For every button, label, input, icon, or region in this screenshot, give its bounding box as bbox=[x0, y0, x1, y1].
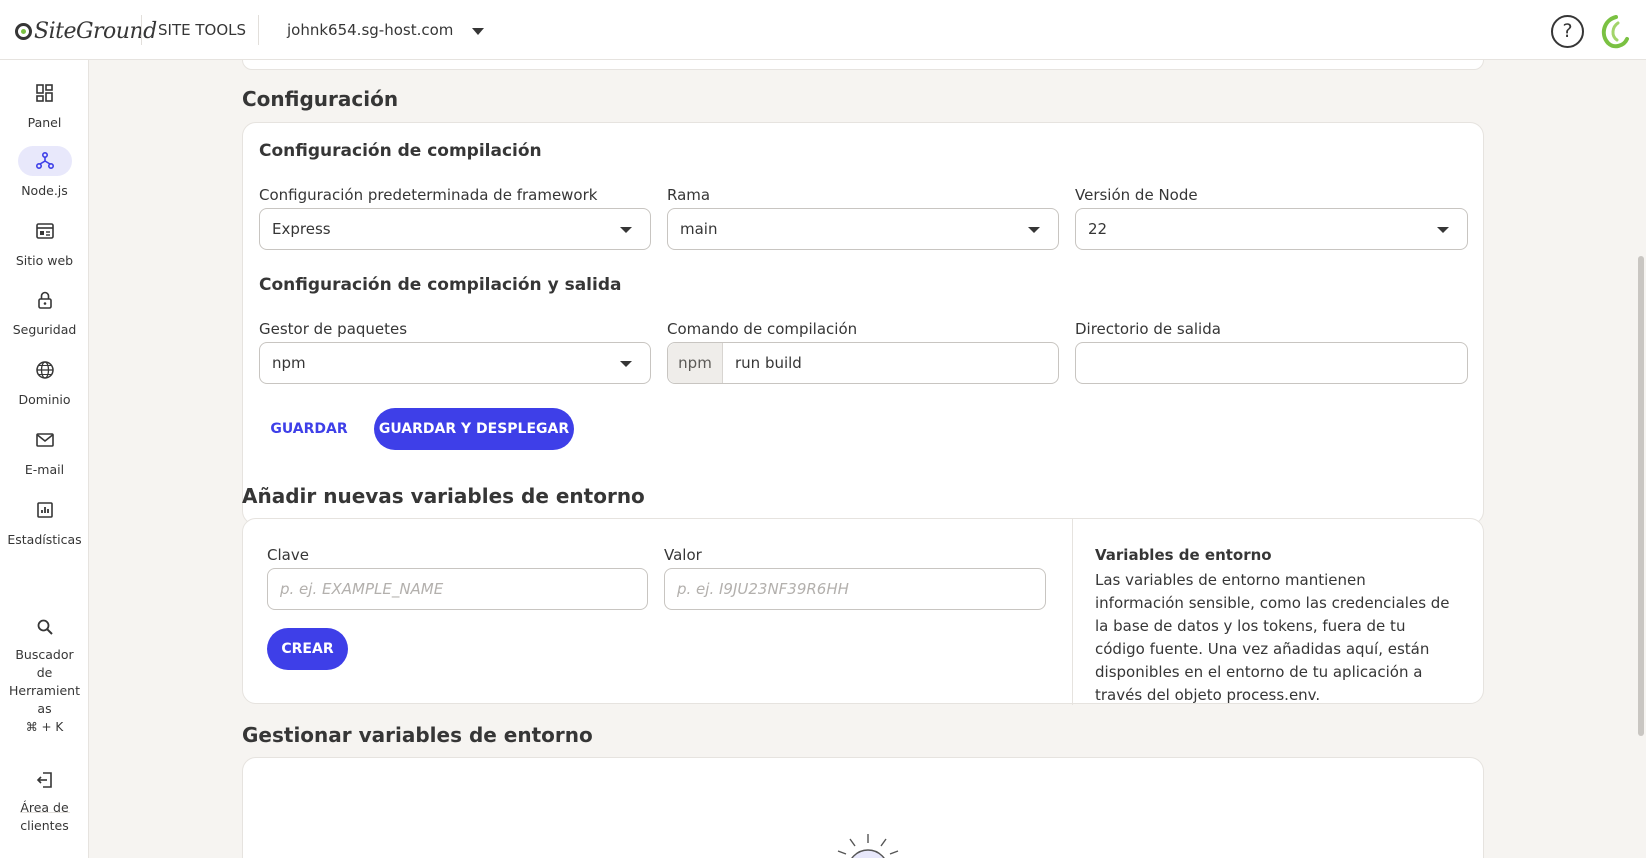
env-info-title: Variables de entorno bbox=[1095, 546, 1272, 564]
framework-select[interactable]: Express bbox=[259, 208, 651, 250]
header-divider bbox=[141, 15, 142, 45]
chevron-down-icon bbox=[620, 227, 632, 233]
sidebar-item-security[interactable]: Seguridad bbox=[0, 285, 89, 339]
package-manager-select[interactable]: npm bbox=[259, 342, 651, 384]
build-output-title: Configuración de compilación y salida bbox=[259, 275, 622, 295]
sidebar-item-nodejs[interactable]: Node.js bbox=[0, 146, 89, 200]
sidebar-item-label: E-mail bbox=[24, 462, 65, 477]
env-value-label: Valor bbox=[664, 546, 702, 564]
account-logo-icon[interactable] bbox=[1596, 12, 1630, 50]
node-version-select[interactable]: 22 bbox=[1075, 208, 1468, 250]
output-directory-input[interactable] bbox=[1076, 343, 1467, 383]
env-add-card: Clave Valor CREAR Variables de entorno L… bbox=[242, 518, 1484, 705]
env-key-field[interactable] bbox=[267, 568, 648, 610]
help-button[interactable]: ? bbox=[1551, 15, 1584, 48]
client-area-line: clientes bbox=[20, 818, 69, 833]
sidebar-item-domain[interactable]: Dominio bbox=[0, 355, 89, 409]
lock-icon bbox=[18, 285, 72, 315]
siteground-logo-mark bbox=[15, 22, 32, 40]
create-button[interactable]: CREAR bbox=[267, 628, 348, 670]
config-section-title: Configuración bbox=[242, 87, 399, 111]
lightbulb-illustration-icon bbox=[837, 834, 899, 858]
build-command-field[interactable]: npm bbox=[667, 342, 1059, 384]
tool-finder-shortcut: ⌘ + K bbox=[25, 720, 64, 734]
scrollbar-thumb[interactable] bbox=[1638, 256, 1644, 736]
chevron-down-icon bbox=[1437, 227, 1449, 233]
branch-select[interactable]: main bbox=[667, 208, 1059, 250]
top-bar: SiteGround SITE TOOLS johnk654.sg-host.c… bbox=[0, 0, 1646, 60]
save-and-deploy-button[interactable]: GUARDAR Y DESPLEGAR bbox=[374, 408, 574, 450]
env-info-text: Las variables de entorno mantienen infor… bbox=[1095, 571, 1450, 704]
client-area-line: Área de bbox=[20, 800, 69, 815]
branch-label: Rama bbox=[667, 186, 711, 204]
header-divider bbox=[258, 15, 259, 45]
package-manager-label: Gestor de paquetes bbox=[259, 320, 408, 338]
sidebar-item-label: Seguridad bbox=[12, 322, 77, 337]
nodejs-icon bbox=[17, 146, 72, 176]
chevron-down-icon[interactable] bbox=[472, 28, 484, 35]
siteground-logo[interactable]: SiteGround bbox=[15, 17, 157, 45]
node-version-value: 22 bbox=[1088, 220, 1108, 238]
sidebar-item-statistics[interactable]: Estadísticas bbox=[0, 495, 89, 549]
sidebar-item-tool-finder[interactable]: Buscador de Herramient as ⌘ + K bbox=[0, 612, 89, 736]
tool-finder-line: as bbox=[37, 701, 52, 716]
save-button[interactable]: GUARDAR bbox=[259, 408, 359, 450]
tool-finder-line: Herramient bbox=[9, 683, 80, 698]
env-key-input[interactable] bbox=[268, 569, 647, 609]
config-card: Configuración de compilación Configuraci… bbox=[242, 122, 1484, 525]
site-tools-label: SITE TOOLS bbox=[158, 21, 247, 39]
page-scrollbar[interactable] bbox=[1636, 60, 1646, 858]
search-icon bbox=[18, 612, 72, 642]
card-divider bbox=[1072, 519, 1073, 705]
node-version-label: Versión de Node bbox=[1075, 186, 1198, 204]
sidebar-item-label: Estadísticas bbox=[7, 532, 82, 547]
tool-finder-line: Buscador bbox=[15, 647, 74, 662]
logo-text: SiteGround bbox=[34, 18, 157, 44]
previous-card bbox=[242, 60, 1484, 70]
tool-finder-line: de bbox=[36, 665, 53, 680]
globe-icon bbox=[18, 355, 72, 385]
env-key-label: Clave bbox=[267, 546, 309, 564]
sidebar-item-website[interactable]: Sitio web bbox=[0, 216, 89, 270]
chevron-down-icon bbox=[1028, 227, 1040, 233]
domain-selector[interactable]: johnk654.sg-host.com bbox=[287, 21, 453, 39]
sidebar-item-label: Node.js bbox=[21, 183, 68, 198]
output-directory-field[interactable] bbox=[1075, 342, 1468, 384]
sidebar-item-panel[interactable]: Panel bbox=[0, 78, 89, 132]
env-value-input[interactable] bbox=[665, 569, 1045, 609]
framework-value: Express bbox=[272, 220, 331, 238]
logout-icon bbox=[18, 765, 72, 795]
sidebar-item-client-area[interactable]: Área de clientes bbox=[0, 765, 89, 835]
sidebar-item-label: Dominio bbox=[18, 392, 71, 407]
dashboard-icon bbox=[18, 78, 72, 108]
chevron-down-icon bbox=[620, 361, 632, 367]
sidebar-item-label: Panel bbox=[27, 115, 62, 130]
env-value-field[interactable] bbox=[664, 568, 1046, 610]
build-command-prefix: npm bbox=[668, 343, 723, 383]
framework-label: Configuración predeterminada de framewor… bbox=[259, 186, 598, 204]
build-command-input[interactable] bbox=[668, 343, 1058, 383]
build-config-title: Configuración de compilación bbox=[259, 141, 542, 161]
env-manage-card bbox=[242, 757, 1484, 858]
build-command-label: Comando de compilación bbox=[667, 320, 858, 338]
sidebar: Panel Node.js Sitio web Seguridad Domini… bbox=[0, 60, 89, 858]
output-directory-label: Directorio de salida bbox=[1075, 320, 1221, 338]
mail-icon bbox=[18, 425, 72, 455]
website-icon bbox=[18, 216, 72, 246]
sidebar-item-label: Sitio web bbox=[15, 253, 74, 268]
branch-value: main bbox=[680, 220, 718, 238]
sidebar-item-email[interactable]: E-mail bbox=[0, 425, 89, 479]
main-content: Configuración Configuración de compilaci… bbox=[89, 60, 1646, 858]
env-manage-section-title: Gestionar variables de entorno bbox=[242, 723, 593, 747]
package-manager-value: npm bbox=[272, 354, 306, 372]
chart-icon bbox=[18, 495, 72, 525]
env-add-section-title: Añadir nuevas variables de entorno bbox=[242, 484, 645, 508]
